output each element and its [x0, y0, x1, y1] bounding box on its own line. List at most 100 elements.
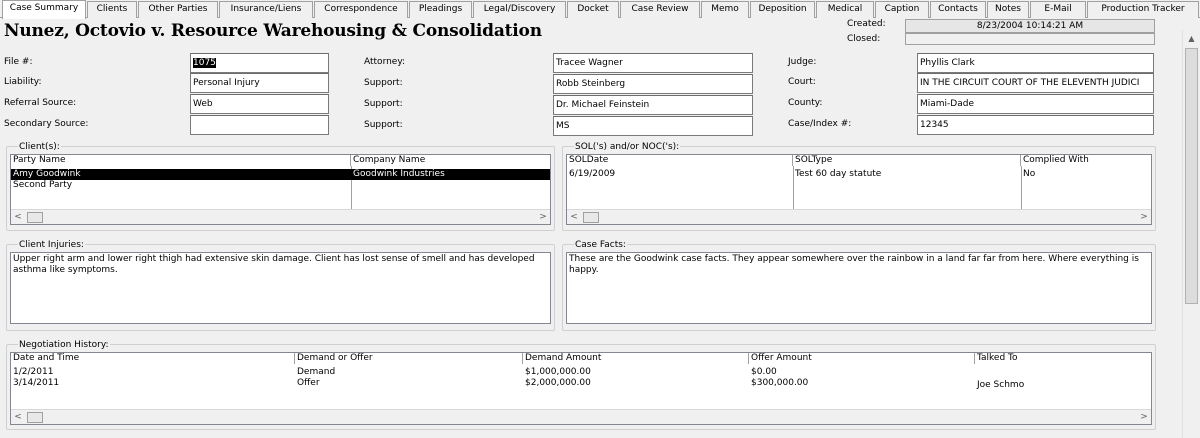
scroll-up-icon[interactable]: ▲ [1183, 32, 1200, 46]
clients-row-2-company [351, 180, 550, 191]
scroll-thumb[interactable] [27, 412, 43, 423]
negotiation-row-1-talked-to [975, 367, 1151, 378]
scroll-thumb[interactable] [27, 212, 43, 223]
county-label: County: [788, 98, 823, 108]
negotiation-row-2-talked-to: Joe Schmo [977, 380, 1025, 390]
sol-row-1-type: Test 60 day statute [795, 169, 882, 179]
negotiation-col-offer-amount[interactable]: Offer Amount [749, 353, 975, 364]
clients-list[interactable]: Party Name Company Name Amy Goodwink Goo… [10, 154, 551, 225]
secondary-source-field[interactable] [190, 115, 329, 135]
case-index-field[interactable]: 12345 [917, 115, 1154, 135]
scroll-thumb[interactable] [583, 212, 599, 223]
scroll-left-icon[interactable]: < [11, 411, 25, 423]
negotiation-title: Negotiation History: [18, 340, 110, 350]
negotiation-col-date[interactable]: Date and Time [11, 353, 295, 364]
sol-title: SOL('s) and/or NOC('s): [574, 142, 681, 152]
support-label-1: Support: [364, 78, 403, 88]
negotiation-row-2-type: Offer [297, 378, 320, 388]
sol-list[interactable]: SOLDate SOLType Complied With 6/19/2009 … [566, 154, 1152, 225]
clients-col-party-name[interactable]: Party Name [11, 155, 351, 166]
judge-label: Judge: [788, 57, 817, 67]
scroll-right-icon[interactable]: > [1137, 411, 1151, 423]
page-title: Nunez, Octovio v. Resource Warehousing &… [4, 21, 542, 41]
referral-source-label: Referral Source: [4, 98, 77, 108]
tab-other-parties[interactable]: Other Parties [138, 1, 218, 18]
file-number-value: 1075 [193, 58, 216, 68]
vscroll-thumb[interactable] [1185, 48, 1198, 304]
facts-title: Case Facts: [574, 240, 627, 250]
sol-col-date[interactable]: SOLDate [567, 155, 793, 166]
sol-hscrollbar[interactable]: < > [567, 209, 1151, 224]
clients-col-company-name[interactable]: Company Name [351, 155, 550, 166]
county-field[interactable]: Miami-Dade [917, 94, 1154, 114]
negotiation-col-demand-offer[interactable]: Demand or Offer [295, 353, 523, 364]
referral-source-field[interactable]: Web [190, 94, 329, 114]
support-field-2[interactable]: Dr. Michael Feinstein [553, 95, 753, 115]
tab-email[interactable]: E-Mail [1030, 1, 1086, 18]
tab-legal-discovery[interactable]: Legal/Discovery [473, 1, 566, 18]
liability-field[interactable]: Personal Injury [190, 73, 329, 93]
scroll-right-icon[interactable]: > [1137, 211, 1151, 223]
file-number-field[interactable]: 1075 [190, 53, 329, 73]
negotiation-row-2-offer: $300,000.00 [751, 378, 809, 388]
attorney-label: Attorney: [364, 57, 406, 67]
sol-col-complied[interactable]: Complied With [1021, 155, 1151, 166]
created-value: 8/23/2004 10:14:21 AM [905, 19, 1155, 33]
page-vscrollbar[interactable]: ▲ [1182, 30, 1199, 438]
sol-row-1-complied: No [1023, 169, 1036, 179]
tab-correspondence[interactable]: Correspondence [314, 1, 408, 18]
attorney-field[interactable]: Tracee Wagner [553, 53, 753, 73]
file-number-label: File #: [4, 57, 33, 67]
tab-contacts[interactable]: Contacts [930, 1, 986, 18]
client-injuries-textarea[interactable]: Upper right arm and lower right thigh ha… [10, 252, 551, 324]
negotiation-list[interactable]: Date and Time Demand or Offer Demand Amo… [10, 352, 1152, 425]
scroll-right-icon[interactable]: > [536, 211, 550, 223]
secondary-source-label: Secondary Source: [4, 119, 89, 129]
injuries-title: Client Injuries: [18, 240, 85, 250]
negotiation-row-1-date[interactable]: 1/2/2011 [11, 367, 295, 378]
clients-title: Client(s): [18, 142, 61, 152]
scroll-left-icon[interactable]: < [11, 211, 25, 223]
case-index-label: Case/Index #: [788, 119, 852, 129]
negotiation-row-1-type: Demand [297, 367, 336, 377]
support-field-3[interactable]: MS [553, 116, 753, 136]
tab-deposition[interactable]: Deposition [750, 1, 815, 18]
sol-col-type[interactable]: SOLType [793, 155, 1021, 166]
negotiation-row-2-demand: $2,000,000.00 [525, 378, 591, 388]
tab-clients[interactable]: Clients [87, 1, 137, 18]
judge-field[interactable]: Phyllis Clark [917, 53, 1154, 73]
tab-memo[interactable]: Memo [701, 1, 749, 18]
tab-medical[interactable]: Medical [816, 1, 874, 18]
support-label-3: Support: [364, 120, 403, 130]
clients-row-1-party: Amy Goodwink [13, 169, 81, 179]
tab-production-tracker[interactable]: Production Tracker [1087, 1, 1199, 18]
negotiation-col-demand-amount[interactable]: Demand Amount [523, 353, 749, 364]
negotiation-row-2-date[interactable]: 3/14/2011 [11, 378, 295, 389]
case-facts-textarea[interactable]: These are the Goodwink case facts. They … [566, 252, 1152, 324]
tab-pleadings[interactable]: Pleadings [409, 1, 472, 18]
tab-docket[interactable]: Docket [567, 1, 619, 18]
clients-row-2-party[interactable]: Second Party [11, 180, 351, 191]
sol-row-1-date[interactable]: 6/19/2009 [567, 169, 793, 180]
court-label: Court: [788, 77, 816, 87]
court-field[interactable]: IN THE CIRCUIT COURT OF THE ELEVENTH JUD… [917, 73, 1154, 93]
tab-insurance-liens[interactable]: Insurance/Liens [219, 1, 313, 18]
closed-label: Closed: [847, 34, 881, 44]
negotiation-hscrollbar[interactable]: < > [11, 409, 1151, 424]
tab-case-review[interactable]: Case Review [620, 1, 700, 18]
support-label-2: Support: [364, 99, 403, 109]
tab-notes[interactable]: Notes [987, 1, 1029, 18]
clients-hscrollbar[interactable]: < > [11, 209, 550, 224]
tab-case-summary[interactable]: Case Summary [2, 0, 86, 19]
scroll-left-icon[interactable]: < [567, 211, 581, 223]
negotiation-col-talked-to[interactable]: Talked To [975, 353, 1151, 364]
negotiation-row-1-demand: $1,000,000.00 [525, 367, 591, 377]
support-field-1[interactable]: Robb Steinberg [553, 74, 753, 94]
clients-row-1-company: Goodwink Industries [353, 169, 445, 179]
created-label: Created: [847, 19, 886, 29]
closed-value [905, 33, 1155, 45]
negotiation-row-1-offer: $0.00 [751, 367, 777, 377]
tab-caption[interactable]: Caption [875, 1, 929, 18]
liability-label: Liability: [4, 77, 42, 87]
tab-bar: Case Summary Clients Other Parties Insur… [0, 0, 1200, 19]
